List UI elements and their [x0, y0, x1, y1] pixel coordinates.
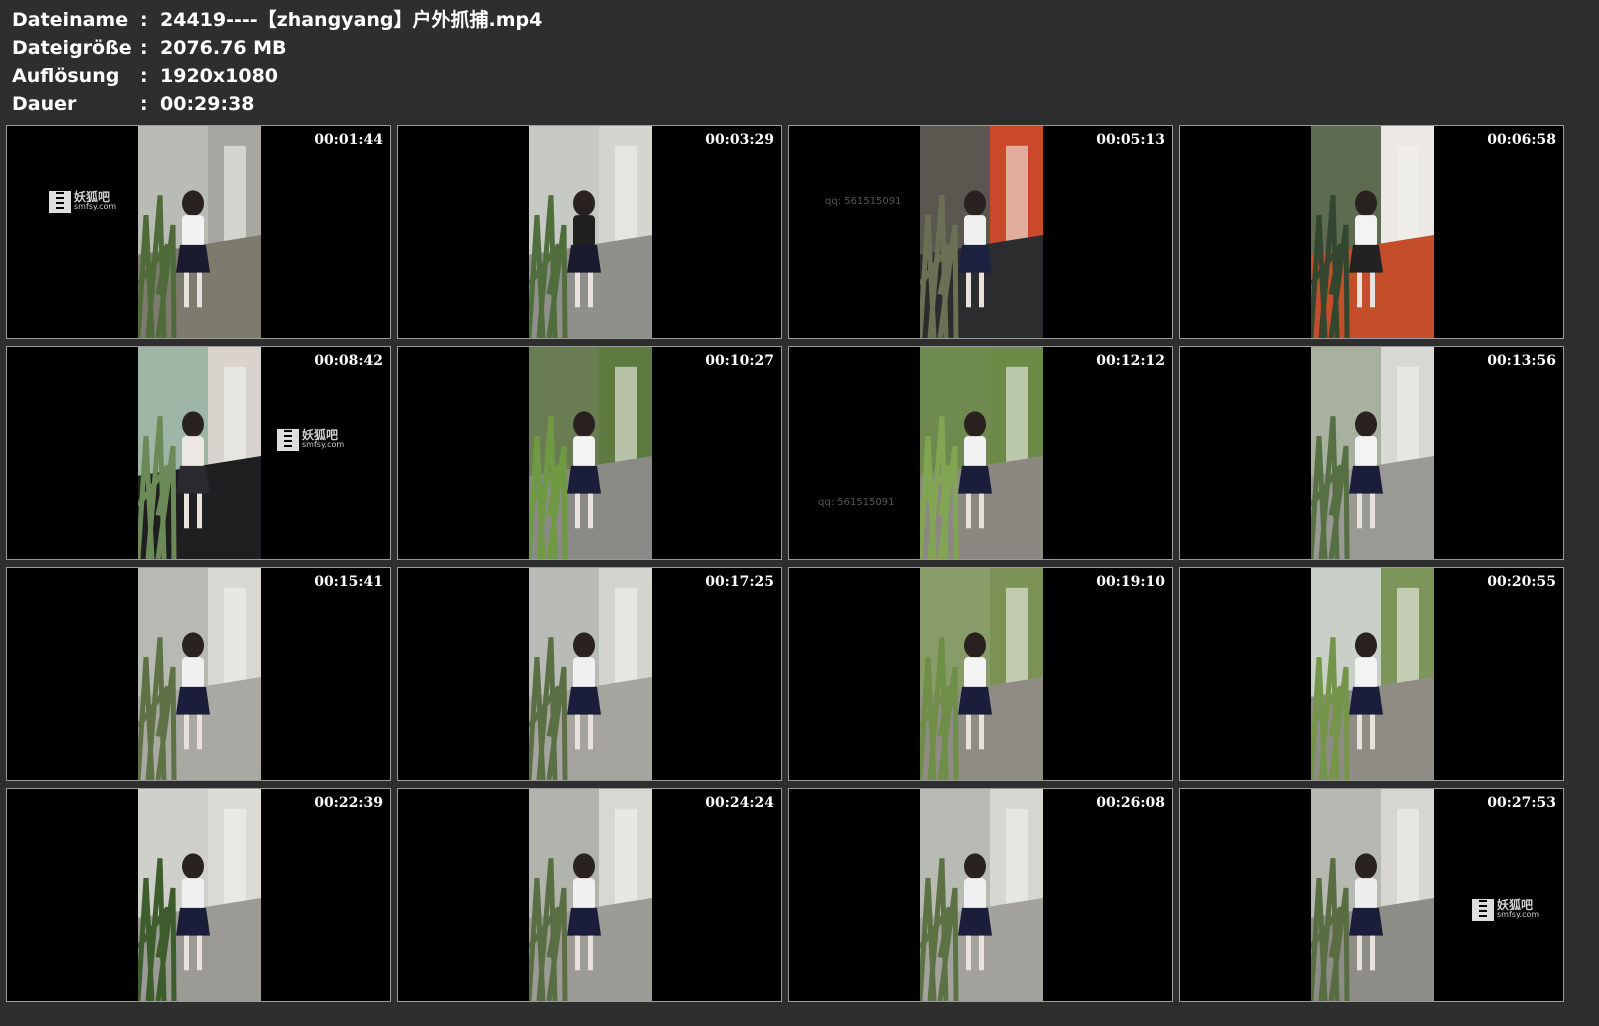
qr-code-icon: [277, 429, 299, 451]
video-frame-image: [920, 347, 1043, 559]
video-frame-image: [920, 126, 1043, 338]
filesize-value: 2076.76 MB: [160, 37, 287, 59]
timestamp-label: 00:26:08: [1096, 795, 1165, 811]
filesize-label: Dateigröße: [12, 37, 132, 59]
thumbnail-frame[interactable]: 00:08:42 妖狐吧 smfsy.com: [6, 346, 391, 560]
duration-label: Dauer: [12, 93, 77, 115]
timestamp-label: 00:06:58: [1487, 132, 1556, 148]
filename-value: 24419----【zhangyang】户外抓捕.mp4: [160, 9, 543, 31]
timestamp-label: 00:03:29: [705, 132, 774, 148]
qr-code-icon: [1472, 899, 1494, 921]
thumbnail-frame[interactable]: 00:06:58: [1179, 125, 1564, 339]
timestamp-label: 00:22:39: [314, 795, 383, 811]
timestamp-label: 00:24:24: [705, 795, 774, 811]
video-frame-image: [920, 568, 1043, 780]
thumbnail-frame[interactable]: 00:17:25: [397, 567, 782, 781]
resolution-label: Auflösung: [12, 65, 120, 87]
video-frame-image: [529, 789, 652, 1001]
watermark-url: smfsy.com: [74, 202, 117, 211]
watermark-url: smfsy.com: [1497, 910, 1540, 919]
video-frame-image: [1311, 347, 1434, 559]
thumbnail-frame[interactable]: 00:15:41: [6, 567, 391, 781]
video-frame-image: [1311, 789, 1434, 1001]
timestamp-label: 00:19:10: [1096, 574, 1165, 590]
video-frame-image: [529, 126, 652, 338]
watermark-logo: 妖狐吧 smfsy.com: [1472, 899, 1539, 921]
timestamp-label: 00:12:12: [1096, 353, 1165, 369]
video-frame-image: [1311, 126, 1434, 338]
video-frame-image: [920, 789, 1043, 1001]
timestamp-label: 00:10:27: [705, 353, 774, 369]
timestamp-label: 00:20:55: [1487, 574, 1556, 590]
video-frame-image: [1311, 568, 1434, 780]
resolution-row: Auflösung : 1920x1080: [12, 62, 542, 90]
watermark-url: smfsy.com: [302, 440, 345, 449]
watermark-qq: qq: 561515091: [825, 196, 902, 207]
filename-row: Dateiname : 24419----【zhangyang】户外抓捕.mp4: [12, 6, 542, 34]
thumbnail-frame[interactable]: 00:03:29: [397, 125, 782, 339]
watermark-qq: qq: 561515091: [818, 497, 895, 508]
thumbnail-frame[interactable]: 00:26:08: [788, 788, 1173, 1002]
watermark-logo: 妖狐吧 smfsy.com: [49, 191, 116, 213]
video-frame-image: [138, 347, 261, 559]
thumbnail-frame[interactable]: 00:20:55: [1179, 567, 1564, 781]
separator: :: [140, 9, 148, 31]
filename-label: Dateiname: [12, 9, 129, 31]
thumbnail-frame[interactable]: 00:10:27: [397, 346, 782, 560]
thumbnail-frame[interactable]: 00:12:12 qq: 561515091: [788, 346, 1173, 560]
watermark-logo: 妖狐吧 smfsy.com: [277, 429, 344, 451]
timestamp-label: 00:15:41: [314, 574, 383, 590]
thumbnail-frame[interactable]: 00:22:39: [6, 788, 391, 1002]
watermark-text: 妖狐吧: [74, 190, 111, 204]
video-frame-image: [138, 789, 261, 1001]
video-frame-image: [138, 126, 261, 338]
filesize-row: Dateigröße : 2076.76 MB: [12, 34, 542, 62]
thumbnail-frame[interactable]: 00:24:24: [397, 788, 782, 1002]
separator: :: [140, 37, 148, 59]
video-frame-image: [138, 568, 261, 780]
watermark-text: 妖狐吧: [302, 428, 339, 442]
separator: :: [140, 93, 148, 115]
timestamp-label: 00:05:13: [1096, 132, 1165, 148]
video-frame-image: [529, 568, 652, 780]
thumbnail-grid: 00:01:44 妖狐吧 smfsy.com 00:03:29 00:05:13 qq: …: [6, 125, 1594, 1021]
timestamp-label: 00:01:44: [314, 132, 383, 148]
thumbnail-frame[interactable]: 00:01:44 妖狐吧 smfsy.com: [6, 125, 391, 339]
duration-value: 00:29:38: [160, 93, 255, 115]
file-info-header: Dateiname : 24419----【zhangyang】户外抓捕.mp4…: [12, 6, 542, 118]
timestamp-label: 00:27:53: [1487, 795, 1556, 811]
video-frame-image: [529, 347, 652, 559]
timestamp-label: 00:13:56: [1487, 353, 1556, 369]
resolution-value: 1920x1080: [160, 65, 279, 87]
timestamp-label: 00:17:25: [705, 574, 774, 590]
thumbnail-frame[interactable]: 00:05:13 qq: 561515091: [788, 125, 1173, 339]
separator: :: [140, 65, 148, 87]
timestamp-label: 00:08:42: [314, 353, 383, 369]
thumbnail-frame[interactable]: 00:13:56: [1179, 346, 1564, 560]
watermark-text: 妖狐吧: [1497, 898, 1534, 912]
duration-row: Dauer : 00:29:38: [12, 90, 542, 118]
qr-code-icon: [49, 191, 71, 213]
thumbnail-frame[interactable]: 00:27:53 妖狐吧 smfsy.com: [1179, 788, 1564, 1002]
thumbnail-frame[interactable]: 00:19:10: [788, 567, 1173, 781]
